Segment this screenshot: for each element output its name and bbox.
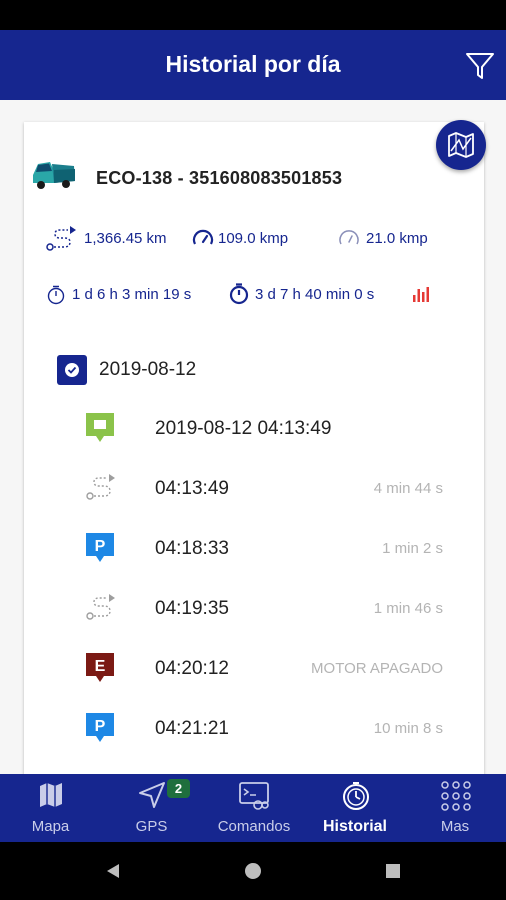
grid-dots-icon [441, 781, 471, 811]
nav-label: GPS [135, 818, 168, 835]
event-time: 04:13:49 [155, 478, 229, 499]
parking-marker-icon: P [85, 532, 115, 566]
nav-item-mapa[interactable]: Mapa [0, 774, 101, 842]
total-time-value: 3 d 7 h 40 min 0 s [255, 286, 375, 303]
avg-speed-value: 21.0 kmp [366, 230, 428, 247]
event-duration: MOTOR APAGADO [311, 660, 443, 677]
stopwatch-total-icon [229, 283, 249, 305]
stopwatch-moving-icon [47, 285, 65, 305]
event-duration: 10 min 8 s [373, 720, 443, 737]
svg-text:E: E [95, 658, 106, 675]
filter-icon[interactable] [464, 50, 496, 82]
nav-item-comandos[interactable]: Comandos [202, 774, 306, 842]
nav-label: Comandos [217, 818, 291, 835]
start-marker-icon [85, 412, 115, 446]
event-duration: 1 min 2 s [382, 540, 443, 557]
vehicle-title: ECO-138 - 351608083501853 [96, 168, 343, 188]
event-time: 04:20:12 [155, 658, 229, 679]
bottom-navigation: Mapa GPS Comandos Historial Mas [0, 774, 506, 842]
event-time: 04:19:35 [155, 598, 229, 619]
nav-label: Mapa [31, 818, 70, 835]
nav-label: Mas [440, 818, 470, 835]
recents-icon[interactable] [385, 863, 401, 879]
distance-value: 1,366.45 km [84, 230, 167, 247]
chart-bars-icon[interactable] [412, 285, 432, 303]
svg-text:P: P [95, 538, 106, 555]
map-route-icon [448, 132, 474, 158]
home-icon[interactable] [244, 862, 262, 880]
gps-badge: 2 [167, 779, 190, 798]
navigation-arrow-icon [139, 782, 165, 808]
app-bar: Historial por día [0, 30, 506, 100]
status-bar [0, 0, 506, 30]
event-time: 04:21:21 [155, 718, 229, 739]
speedometer-max-icon [192, 229, 214, 245]
truck-icon [28, 155, 78, 195]
day-date: 2019-08-12 [99, 359, 197, 380]
route-distance-icon [46, 226, 76, 251]
event-duration: 4 min 44 s [373, 480, 443, 497]
speedometer-avg-icon [339, 230, 359, 245]
event-time: 04:18:33 [155, 538, 229, 559]
map-icon [40, 783, 62, 807]
parking-marker-icon: P [85, 712, 115, 746]
map-view-button[interactable] [436, 120, 486, 170]
engine-off-marker-icon: E [85, 652, 115, 686]
system-navigation-bar [0, 842, 506, 900]
back-icon[interactable] [104, 862, 122, 880]
route-icon [85, 593, 115, 627]
page-title: Historial por día [165, 51, 341, 77]
nav-item-mas[interactable]: Mas [404, 774, 506, 842]
day-checkbox[interactable] [57, 355, 87, 385]
route-icon [85, 473, 115, 507]
moving-time-value: 1 d 6 h 3 min 19 s [72, 286, 192, 303]
svg-text:P: P [95, 718, 106, 735]
nav-label: Historial [322, 818, 387, 835]
event-duration: 1 min 46 s [373, 600, 443, 617]
history-icon [343, 782, 369, 810]
event-time: 2019-08-12 04:13:49 [155, 418, 332, 439]
check-icon [67, 366, 77, 374]
max-speed-value: 109.0 kmp [218, 230, 289, 247]
nav-item-historial[interactable]: Historial [306, 774, 404, 842]
commands-icon [239, 782, 269, 810]
